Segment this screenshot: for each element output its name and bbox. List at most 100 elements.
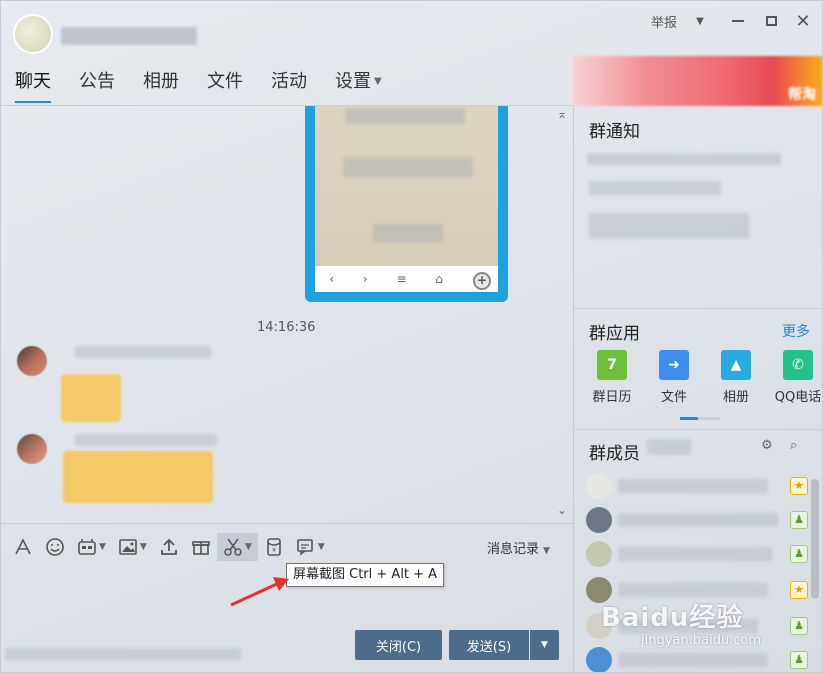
tab-announcement[interactable]: 公告 — [65, 61, 129, 101]
avatar — [586, 647, 612, 672]
minimize-button[interactable] — [728, 11, 748, 31]
send-options-dropdown[interactable]: ▼ — [530, 630, 559, 660]
tab-activities[interactable]: 活动 — [257, 61, 321, 101]
phone-back-icon: ‹ — [329, 272, 335, 286]
tab-settings[interactable]: 设置 ▼ — [321, 61, 396, 101]
message-bubble[interactable] — [63, 451, 213, 503]
phone-screen — [315, 106, 498, 266]
list-item[interactable]: ♟ — [586, 541, 808, 569]
list-item[interactable]: ♟ — [586, 647, 808, 672]
apps-pager[interactable] — [680, 417, 720, 420]
upload-file-button[interactable] — [153, 533, 185, 561]
phone-icon: ✆ — [783, 350, 813, 380]
member-badge-icon: ♟ — [790, 511, 808, 529]
app-calendar[interactable]: 7 群日历 — [581, 350, 643, 405]
phone-menu-icon: ≡ — [396, 272, 407, 286]
message-bubble[interactable] — [61, 374, 121, 422]
more-apps-link[interactable]: 更多 — [782, 321, 810, 341]
close-window-button[interactable]: ✕ — [793, 11, 813, 32]
gif-button[interactable]: ▼ — [71, 533, 112, 561]
close-chat-button[interactable]: 关闭(C) — [355, 630, 442, 660]
emoji-icon — [46, 538, 64, 556]
svg-text:¥: ¥ — [272, 547, 276, 554]
chat-app-button[interactable]: ▼ — [290, 533, 331, 561]
divider — [1, 523, 573, 524]
sender-avatar[interactable] — [17, 434, 47, 464]
zoom-in-icon[interactable]: + — [473, 272, 491, 290]
chevron-down-icon: ▼ — [374, 76, 382, 87]
member-badge-icon: ♟ — [790, 545, 808, 563]
scissors-icon — [224, 538, 242, 556]
screenshot-button[interactable]: ▼ — [216, 533, 258, 561]
divider — [574, 429, 822, 430]
annotation-arrow-icon — [230, 577, 289, 607]
phone-home-icon: ⌂ — [435, 272, 443, 286]
avatar — [586, 507, 612, 533]
group-notice-title: 群通知 — [589, 122, 640, 142]
ad-text: 帮淘 — [788, 87, 816, 103]
chevron-down-icon: ▼ — [543, 546, 550, 556]
scroll-top-icon[interactable]: ⌅ — [557, 107, 567, 121]
message-timestamp: 14:16:36 — [257, 320, 316, 335]
notice-text-redacted — [589, 213, 749, 239]
watermark-url: jingyan.baidu.com — [641, 633, 761, 648]
image-button[interactable]: ▼ — [112, 533, 153, 561]
scroll-bottom-icon[interactable]: ⌄ — [557, 503, 567, 517]
chevron-down-icon: ▼ — [317, 542, 325, 552]
group-avatar[interactable] — [15, 16, 51, 52]
avatar — [586, 541, 612, 567]
group-name-redacted — [61, 27, 197, 45]
search-icon[interactable]: ⌕ — [790, 438, 797, 453]
send-button[interactable]: 发送(S) — [449, 630, 529, 660]
chevron-down-icon: ▼ — [139, 542, 147, 552]
chevron-down-icon: ▼ — [99, 542, 106, 552]
tab-chat[interactable]: 聊天 — [1, 61, 65, 103]
report-button[interactable]: 举报 — [646, 11, 682, 31]
group-members-title: 群成员 — [589, 444, 640, 464]
member-manage-icon[interactable]: ⚙ — [761, 438, 773, 453]
minimize-icon — [732, 20, 744, 22]
red-packet-icon: ¥ — [266, 538, 281, 556]
advertisement-banner[interactable]: 帮淘 — [573, 56, 822, 106]
main-tabs: 聊天 公告 相册 文件 活动 设置 ▼ — [1, 61, 396, 103]
divider — [574, 308, 822, 309]
watermark-logo: Baidu经验 — [601, 603, 744, 633]
admin-badge-icon: ★ — [790, 581, 808, 599]
gift-icon — [192, 541, 210, 555]
image-icon — [119, 539, 137, 555]
qq-group-chat-window: 举报 ▼ ✕ 聊天 公告 相册 文件 活动 设置 ▼ 帮淘 ‹ › ≡ ⌂ + … — [0, 0, 823, 673]
sticker-icon — [78, 539, 96, 555]
emoji-button[interactable] — [39, 533, 71, 561]
group-apps-title: 群应用 — [589, 324, 640, 344]
chat-history[interactable]: ‹ › ≡ ⌂ + 14:16:36 — [1, 106, 573, 523]
app-album[interactable]: ▲ 相册 — [705, 350, 767, 405]
app-files[interactable]: ➜ 文件 — [643, 350, 705, 405]
tab-album[interactable]: 相册 — [129, 61, 193, 101]
notice-text-redacted — [589, 181, 721, 195]
owner-badge-icon: ★ — [790, 477, 808, 495]
list-item[interactable]: ★ — [586, 473, 808, 501]
message-history-button[interactable]: 消息记录 ▼ — [487, 538, 550, 557]
member-badge-icon: ♟ — [790, 617, 808, 635]
footer-text-redacted — [5, 648, 241, 660]
tab-files[interactable]: 文件 — [193, 61, 257, 101]
maximize-button[interactable] — [761, 11, 781, 31]
sender-name-redacted — [75, 346, 211, 358]
notice-text-redacted — [587, 153, 781, 165]
list-item[interactable]: ♟ — [586, 507, 808, 535]
red-packet-button[interactable]: ¥ — [258, 533, 290, 561]
sender-avatar[interactable] — [17, 346, 47, 376]
input-toolbar: ▼ ▼ ▼ ¥ ▼ — [7, 532, 331, 562]
folder-icon: ➜ — [659, 350, 689, 380]
calendar-icon: 7 — [597, 350, 627, 380]
font-button[interactable] — [7, 533, 39, 561]
chevron-down-icon: ▼ — [244, 542, 252, 552]
phone-nav-bar: ‹ › ≡ ⌂ — [315, 266, 498, 292]
report-dropdown-icon[interactable]: ▼ — [691, 11, 709, 31]
upload-icon — [160, 538, 177, 555]
member-list-scrollbar[interactable] — [811, 479, 819, 599]
gift-button[interactable] — [185, 533, 217, 561]
member-badge-icon: ♟ — [790, 651, 808, 669]
member-count-redacted — [647, 439, 691, 455]
app-qq-phone[interactable]: ✆ QQ电话 — [767, 350, 822, 405]
